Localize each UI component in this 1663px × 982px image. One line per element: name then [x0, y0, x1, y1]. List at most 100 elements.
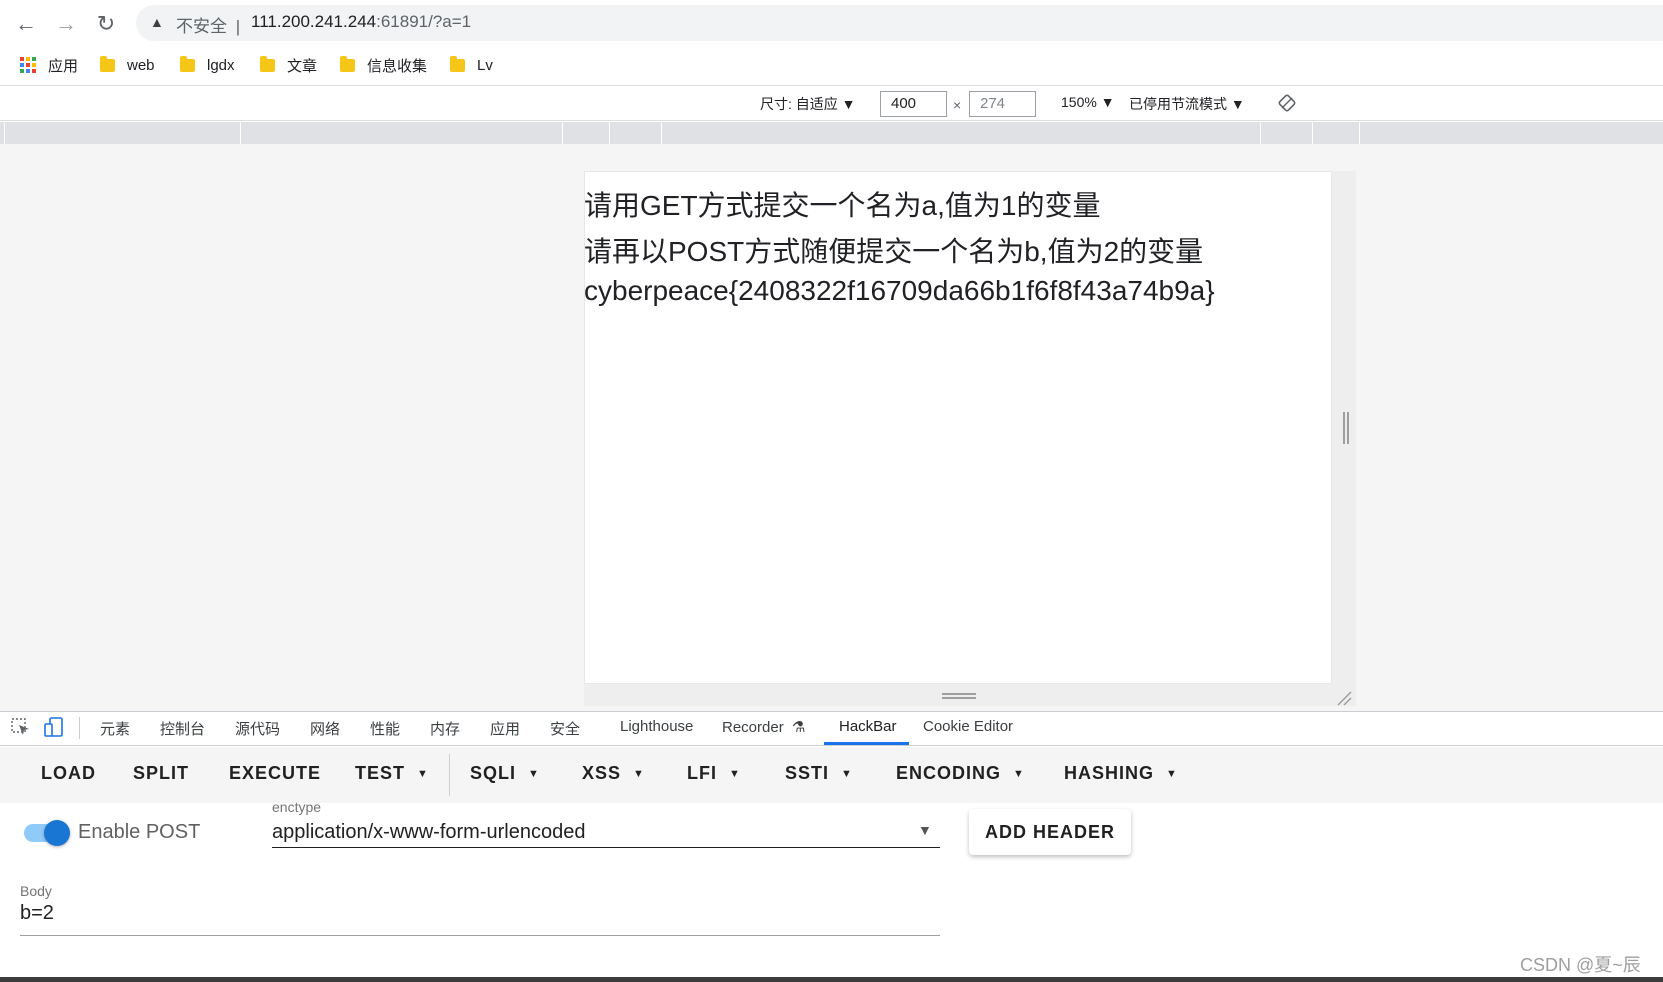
url-path: :61891/?a=1: [376, 12, 472, 31]
execute-button[interactable]: EXECUTE: [229, 763, 321, 784]
media-query-ruler: [0, 122, 1663, 144]
tab-console[interactable]: 控制台: [160, 718, 205, 739]
tab-recorder[interactable]: Recorder ⚗: [722, 718, 805, 736]
bookmark-label: 应用: [48, 57, 79, 75]
bookmark-articles[interactable]: 文章: [260, 54, 317, 76]
folder-icon: [180, 55, 195, 72]
height-input[interactable]: 274: [969, 91, 1036, 117]
back-arrow-icon[interactable]: ←: [12, 10, 40, 38]
width-input[interactable]: 400: [880, 91, 947, 117]
bottom-edge: [0, 977, 1663, 982]
security-status[interactable]: 不安全 |: [176, 12, 240, 37]
body-underline: [20, 935, 940, 936]
zoom-dropdown[interactable]: 150% ▼: [1061, 94, 1115, 110]
lfi-label: LFI: [687, 763, 717, 783]
caret-down-icon: ▼: [841, 768, 853, 781]
forward-arrow-icon[interactable]: →: [52, 10, 80, 38]
watermark: CSDN @夏~辰: [1520, 955, 1641, 975]
ruler-divider: [1312, 122, 1313, 144]
ruler-divider: [1260, 122, 1261, 144]
ruler-divider: [1359, 122, 1360, 144]
ssti-dropdown[interactable]: SSTI ▼: [785, 763, 853, 784]
bookmark-web[interactable]: web: [100, 54, 155, 76]
tab-security[interactable]: 安全: [550, 718, 580, 739]
enable-post-toggle[interactable]: [44, 820, 70, 846]
bookmark-apps[interactable]: 应用: [20, 54, 78, 76]
body-textarea[interactable]: b=2: [20, 902, 54, 925]
folder-icon: [340, 55, 355, 72]
ruler-divider: [609, 122, 610, 144]
tab-sources[interactable]: 源代码: [235, 718, 280, 739]
throttle-dropdown[interactable]: 已停用节流模式 ▼: [1129, 94, 1245, 114]
device-toggle-icon[interactable]: [43, 716, 65, 738]
bookmark-label: 文章: [287, 57, 318, 75]
page-text-line-2: 请再以POST方式随便提交一个名为b,值为2的变量: [584, 236, 1204, 267]
url-separator: |: [235, 17, 241, 36]
bookmark-label: lgdx: [207, 56, 235, 74]
bookmark-lgdx[interactable]: lgdx: [180, 54, 235, 76]
tab-performance[interactable]: 性能: [370, 718, 400, 739]
url-text[interactable]: 111.200.241.244:61891/?a=1: [251, 12, 471, 32]
warning-triangle-icon[interactable]: ▲: [150, 14, 164, 30]
bookmark-label: Lv: [477, 56, 493, 74]
inspect-element-icon[interactable]: [10, 716, 32, 738]
reload-icon[interactable]: ↻: [92, 10, 120, 38]
enctype-select[interactable]: application/x-www-form-urlencoded: [272, 821, 585, 844]
toolbar-divider: [79, 717, 80, 739]
test-dropdown[interactable]: TEST ▼: [355, 763, 429, 784]
xss-dropdown[interactable]: XSS ▼: [582, 763, 645, 784]
tab-cookie-editor[interactable]: Cookie Editor: [923, 718, 1013, 735]
ruler-divider: [240, 122, 241, 144]
caret-down-icon[interactable]: ▼: [918, 822, 932, 838]
encoding-label: ENCODING: [896, 763, 1002, 783]
tab-network[interactable]: 网络: [310, 718, 340, 739]
bookmark-label: web: [127, 56, 155, 74]
split-button[interactable]: SPLIT: [133, 763, 189, 784]
right-resize-handle[interactable]: [1343, 412, 1349, 444]
caret-down-icon: ▼: [1166, 768, 1178, 781]
folder-icon: [260, 55, 275, 72]
tab-memory[interactable]: 内存: [430, 718, 460, 739]
folder-icon: [450, 55, 465, 72]
insecure-label: 不安全: [176, 17, 227, 36]
test-label: TEST: [355, 763, 406, 783]
caret-down-icon: ▼: [1013, 768, 1025, 781]
ruler-divider: [562, 122, 563, 144]
enable-post-label: Enable POST: [78, 821, 201, 843]
dimensions-dropdown[interactable]: 尺寸: 自适应 ▼: [760, 94, 856, 114]
caret-down-icon: ▼: [528, 768, 540, 781]
sqli-dropdown[interactable]: SQLI ▼: [470, 763, 540, 784]
tab-elements[interactable]: 元素: [100, 718, 130, 739]
enctype-underline: [272, 847, 940, 848]
bookmark-lv[interactable]: Lv: [450, 54, 493, 76]
active-tab-indicator: [824, 742, 909, 745]
caret-down-icon: ▼: [417, 768, 429, 781]
load-button[interactable]: LOAD: [41, 763, 96, 784]
page-flag-text: cyberpeace{2408322f16709da66b1f6f8f43a74…: [584, 275, 1215, 306]
hashing-label: HASHING: [1064, 763, 1155, 783]
flask-icon: ⚗: [791, 719, 806, 736]
page-text-line-1: 请用GET方式提交一个名为a,值为1的变量: [584, 190, 1101, 221]
tab-lighthouse[interactable]: Lighthouse: [620, 718, 693, 735]
tab-hackbar[interactable]: HackBar: [839, 718, 897, 735]
corner-resize-icon[interactable]: [1336, 690, 1352, 706]
caret-down-icon: ▼: [633, 768, 645, 781]
tab-application[interactable]: 应用: [490, 718, 520, 739]
apps-grid-icon: [20, 57, 36, 73]
bottom-resize-handle[interactable]: [942, 693, 976, 699]
lfi-dropdown[interactable]: LFI ▼: [687, 763, 741, 784]
ruler-divider: [4, 122, 5, 144]
xss-label: XSS: [582, 763, 622, 783]
folder-icon: [100, 55, 115, 72]
hashing-dropdown[interactable]: HASHING ▼: [1064, 763, 1178, 784]
ssti-label: SSTI: [785, 763, 830, 783]
bookmark-info-gathering[interactable]: 信息收集: [340, 54, 427, 76]
url-host: 111.200.241.244: [251, 12, 377, 31]
rotate-icon[interactable]: [1278, 94, 1296, 112]
tab-recorder-label: Recorder: [722, 719, 784, 736]
sqli-label: SQLI: [470, 763, 517, 783]
enctype-label: enctype: [272, 799, 322, 815]
encoding-dropdown[interactable]: ENCODING ▼: [896, 763, 1025, 784]
bookmark-label: 信息收集: [367, 57, 428, 75]
add-header-button[interactable]: ADD HEADER: [969, 809, 1131, 855]
